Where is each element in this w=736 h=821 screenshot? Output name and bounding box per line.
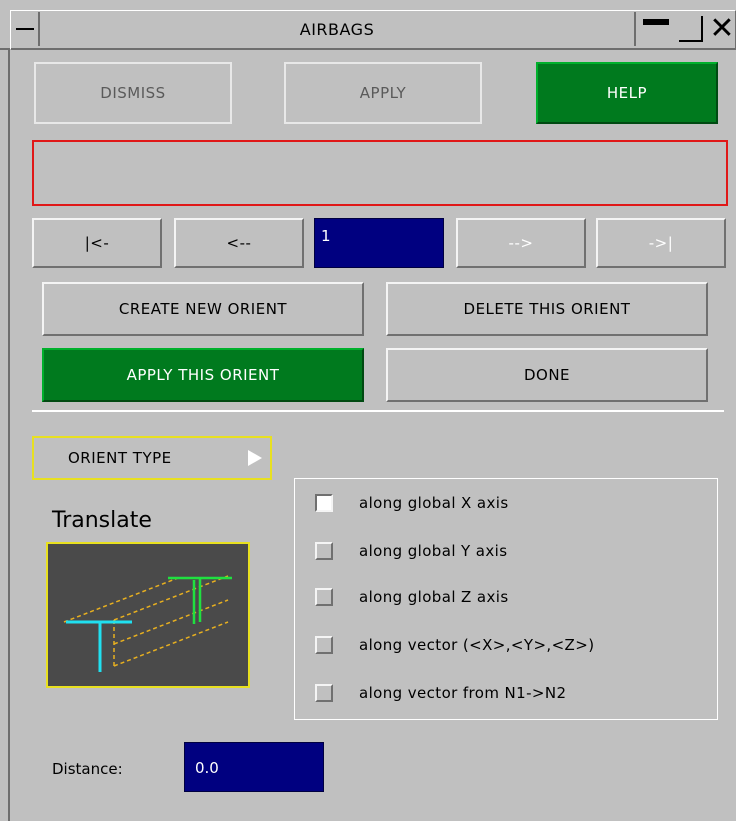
close-icon: ✕	[709, 11, 735, 46]
create-orient-button[interactable]: CREATE NEW ORIENT	[42, 282, 364, 336]
maximize-button[interactable]	[676, 14, 706, 44]
orient-type-menu[interactable]: ORIENT TYPE	[32, 436, 272, 480]
next-button[interactable]: -->	[456, 218, 586, 268]
system-menu-button[interactable]	[12, 12, 40, 46]
window-left-border	[8, 50, 10, 821]
close-button[interactable]: ✕	[708, 14, 736, 44]
option-global-z-checkbox[interactable]	[315, 588, 333, 606]
translate-preview	[46, 542, 250, 688]
help-button[interactable]: HELP	[536, 62, 718, 124]
delete-orient-button[interactable]: DELETE THIS ORIENT	[386, 282, 708, 336]
option-vector-nodes-label: along vector from N1->N2	[359, 684, 567, 702]
option-global-x-checkbox[interactable]	[315, 494, 333, 512]
translate-beam-icon	[63, 575, 232, 672]
prev-button[interactable]: <--	[174, 218, 304, 268]
last-button[interactable]: ->|	[596, 218, 726, 268]
apply-orient-button[interactable]: APPLY THIS ORIENT	[42, 348, 364, 402]
option-vector-xyz-checkbox[interactable]	[315, 636, 333, 654]
option-global-z-label: along global Z axis	[359, 588, 509, 606]
message-box	[32, 140, 728, 206]
apply-button[interactable]: APPLY	[284, 62, 482, 124]
window-title: AIRBAGS	[40, 12, 636, 46]
dismiss-button[interactable]: DISMISS	[34, 62, 232, 124]
orient-type-label: ORIENT TYPE	[68, 449, 172, 467]
option-global-y-label: along global Y axis	[359, 542, 508, 560]
direction-options-panel: along global X axis along global Y axis …	[294, 478, 718, 720]
option-global-y-checkbox[interactable]	[315, 542, 333, 560]
option-vector-nodes[interactable]: along vector from N1->N2	[315, 681, 566, 705]
option-global-z[interactable]: along global Z axis	[315, 585, 509, 609]
done-button[interactable]: DONE	[386, 348, 708, 402]
maximize-icon	[679, 16, 703, 42]
minimize-button[interactable]	[640, 14, 672, 44]
system-menu-icon	[16, 28, 34, 30]
option-global-x-label: along global X axis	[359, 494, 509, 512]
section-divider	[32, 410, 724, 412]
minimize-icon	[643, 19, 669, 25]
option-global-y[interactable]: along global Y axis	[315, 539, 507, 563]
distance-input[interactable]: 0.0	[184, 742, 324, 792]
orient-index-field[interactable]: 1	[314, 218, 444, 268]
option-vector-xyz[interactable]: along vector (<X>,<Y>,<Z>)	[315, 633, 594, 657]
option-vector-nodes-checkbox[interactable]	[315, 684, 333, 702]
distance-label: Distance:	[52, 760, 123, 778]
orient-mode-label: Translate	[52, 508, 152, 533]
option-vector-xyz-label: along vector (<X>,<Y>,<Z>)	[359, 636, 595, 654]
first-button[interactable]: |<-	[32, 218, 162, 268]
option-global-x[interactable]: along global X axis	[315, 491, 509, 515]
triangle-right-icon	[248, 450, 262, 466]
airbags-window: AIRBAGS ✕ DISMISS APPLY HELP |<- <-- 1 -…	[0, 0, 736, 821]
